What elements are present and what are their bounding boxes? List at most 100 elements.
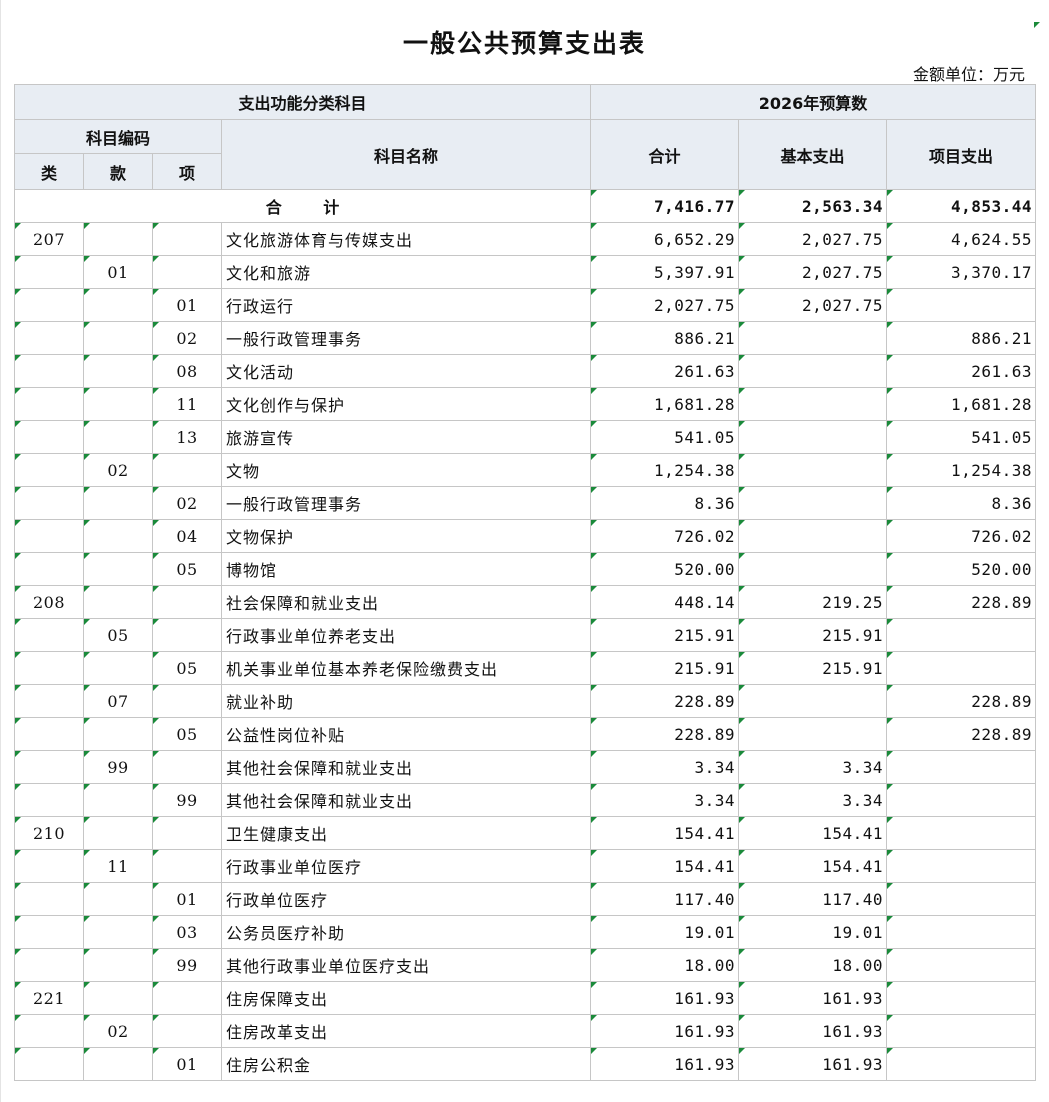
- cell-kuan[interactable]: [83, 354, 153, 388]
- cell-xiang[interactable]: [152, 585, 222, 619]
- cell-project[interactable]: 1,254.38: [886, 453, 1037, 487]
- cell-total[interactable]: 154.41: [590, 816, 740, 850]
- cell-basic[interactable]: 161.93: [738, 1047, 888, 1081]
- cell-total[interactable]: 161.93: [590, 1047, 740, 1081]
- cell-project[interactable]: 8.36: [886, 486, 1037, 520]
- cell-name[interactable]: 公益性岗位补贴: [220, 717, 592, 751]
- cell-name[interactable]: 文化活动: [220, 354, 592, 388]
- cell-lei[interactable]: [14, 1014, 84, 1048]
- cell-basic[interactable]: [738, 354, 888, 388]
- cell-xiang[interactable]: 05: [152, 717, 222, 751]
- cell-total[interactable]: 541.05: [590, 420, 740, 454]
- cell-xiang[interactable]: 01: [152, 1047, 222, 1081]
- cell-name[interactable]: 其他社会保障和就业支出: [220, 783, 592, 817]
- cell-lei[interactable]: [14, 717, 84, 751]
- cell-kuan[interactable]: [83, 321, 153, 355]
- header-lei[interactable]: 类: [14, 153, 84, 190]
- cell-project[interactable]: [886, 1014, 1037, 1048]
- total-row-basic[interactable]: 2,563.34: [738, 189, 888, 223]
- cell-basic[interactable]: 154.41: [738, 849, 888, 883]
- cell-name[interactable]: 一般行政管理事务: [220, 321, 592, 355]
- cell-total[interactable]: 1,254.38: [590, 453, 740, 487]
- cell-project[interactable]: 1,681.28: [886, 387, 1037, 421]
- cell-xiang[interactable]: [152, 255, 222, 289]
- cell-lei[interactable]: [14, 915, 84, 949]
- cell-kuan[interactable]: 99: [83, 750, 153, 784]
- cell-name[interactable]: 行政事业单位医疗: [220, 849, 592, 883]
- cell-lei[interactable]: [14, 948, 84, 982]
- cell-xiang[interactable]: 04: [152, 519, 222, 553]
- cell-kuan[interactable]: 07: [83, 684, 153, 718]
- cell-xiang[interactable]: 01: [152, 288, 222, 322]
- cell-xiang[interactable]: 05: [152, 651, 222, 685]
- cell-xiang[interactable]: 01: [152, 882, 222, 916]
- cell-xiang[interactable]: 05: [152, 552, 222, 586]
- cell-kuan[interactable]: [83, 1047, 153, 1081]
- cell-kuan[interactable]: [83, 222, 153, 256]
- cell-xiang[interactable]: [152, 453, 222, 487]
- cell-name[interactable]: 文物保护: [220, 519, 592, 553]
- cell-name[interactable]: 其他行政事业单位医疗支出: [220, 948, 592, 982]
- cell-total[interactable]: 228.89: [590, 717, 740, 751]
- cell-kuan[interactable]: [83, 981, 153, 1015]
- cell-total[interactable]: 3.34: [590, 750, 740, 784]
- cell-basic[interactable]: [738, 552, 888, 586]
- cell-lei[interactable]: [14, 354, 84, 388]
- cell-xiang[interactable]: [152, 222, 222, 256]
- cell-kuan[interactable]: [83, 387, 153, 421]
- cell-kuan[interactable]: [83, 717, 153, 751]
- cell-lei[interactable]: [14, 618, 84, 652]
- cell-basic[interactable]: 19.01: [738, 915, 888, 949]
- cell-basic[interactable]: 2,027.75: [738, 255, 888, 289]
- cell-lei[interactable]: [14, 1047, 84, 1081]
- cell-basic[interactable]: [738, 453, 888, 487]
- cell-basic[interactable]: 219.25: [738, 585, 888, 619]
- cell-kuan[interactable]: [83, 519, 153, 553]
- cell-kuan[interactable]: [83, 651, 153, 685]
- cell-total[interactable]: 18.00: [590, 948, 740, 982]
- total-row-label[interactable]: 合 计: [13, 189, 592, 223]
- cell-total[interactable]: 6,652.29: [590, 222, 740, 256]
- cell-xiang[interactable]: 02: [152, 486, 222, 520]
- cell-kuan[interactable]: [83, 288, 153, 322]
- cell-project[interactable]: [886, 816, 1037, 850]
- cell-basic[interactable]: [738, 321, 888, 355]
- cell-project[interactable]: [886, 651, 1037, 685]
- cell-basic[interactable]: 161.93: [738, 981, 888, 1015]
- cell-basic[interactable]: 18.00: [738, 948, 888, 982]
- cell-kuan[interactable]: [83, 552, 153, 586]
- cell-name[interactable]: 文化创作与保护: [220, 387, 592, 421]
- cell-project[interactable]: [886, 882, 1037, 916]
- cell-name[interactable]: 博物馆: [220, 552, 592, 586]
- cell-project[interactable]: [886, 849, 1037, 883]
- cell-total[interactable]: 215.91: [590, 618, 740, 652]
- cell-project[interactable]: 520.00: [886, 552, 1037, 586]
- cell-project[interactable]: 541.05: [886, 420, 1037, 454]
- cell-name[interactable]: 社会保障和就业支出: [220, 585, 592, 619]
- cell-kuan[interactable]: 02: [83, 453, 153, 487]
- cell-name[interactable]: 文化旅游体育与传媒支出: [220, 222, 592, 256]
- cell-kuan[interactable]: 11: [83, 849, 153, 883]
- cell-total[interactable]: 5,397.91: [590, 255, 740, 289]
- total-row-project[interactable]: 4,853.44: [886, 189, 1037, 223]
- cell-basic[interactable]: [738, 420, 888, 454]
- header-xiang[interactable]: 项: [152, 153, 222, 190]
- cell-total[interactable]: 448.14: [590, 585, 740, 619]
- cell-project[interactable]: 4,624.55: [886, 222, 1037, 256]
- cell-name[interactable]: 行政事业单位养老支出: [220, 618, 592, 652]
- cell-kuan[interactable]: [83, 915, 153, 949]
- cell-xiang[interactable]: [152, 618, 222, 652]
- cell-project[interactable]: [886, 1047, 1037, 1081]
- cell-name[interactable]: 住房公积金: [220, 1047, 592, 1081]
- cell-xiang[interactable]: 99: [152, 783, 222, 817]
- cell-xiang[interactable]: 08: [152, 354, 222, 388]
- cell-lei[interactable]: [14, 288, 84, 322]
- cell-name[interactable]: 其他社会保障和就业支出: [220, 750, 592, 784]
- cell-name[interactable]: 行政单位医疗: [220, 882, 592, 916]
- cell-project[interactable]: 726.02: [886, 519, 1037, 553]
- cell-basic[interactable]: 154.41: [738, 816, 888, 850]
- cell-name[interactable]: 一般行政管理事务: [220, 486, 592, 520]
- cell-xiang[interactable]: [152, 816, 222, 850]
- header-project[interactable]: 项目支出: [886, 119, 1037, 190]
- cell-xiang[interactable]: 03: [152, 915, 222, 949]
